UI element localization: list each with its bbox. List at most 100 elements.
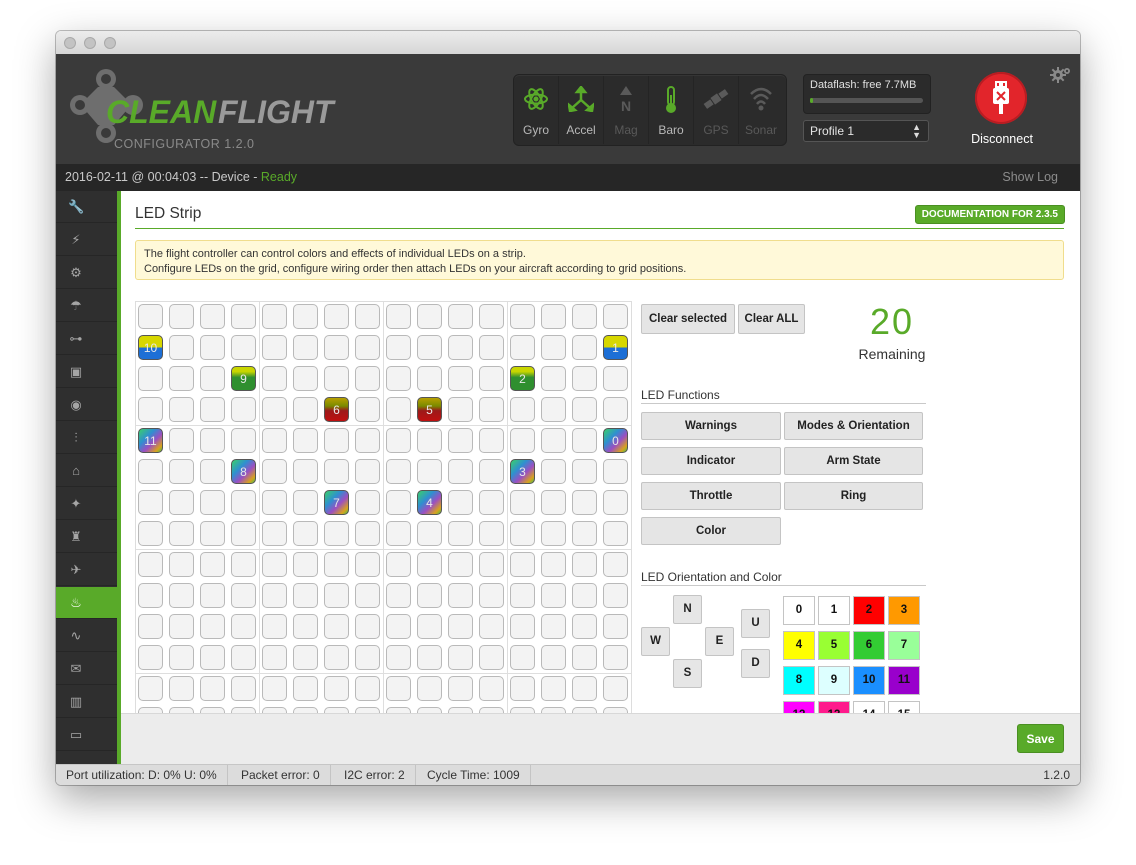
grid-cell[interactable] [448, 397, 473, 422]
grid-cell[interactable] [231, 614, 256, 639]
direction-south-button[interactable]: S [673, 659, 702, 688]
grid-cell[interactable] [262, 428, 287, 453]
grid-cell[interactable] [200, 614, 225, 639]
color-swatch-button[interactable]: 3 [888, 596, 920, 625]
grid-cell[interactable] [200, 304, 225, 329]
grid-cell[interactable] [479, 676, 504, 701]
grid-cell[interactable] [510, 397, 535, 422]
grid-cell[interactable] [262, 490, 287, 515]
grid-cell[interactable] [603, 645, 628, 670]
grid-cell[interactable] [262, 459, 287, 484]
sidebar-item-gear[interactable]: ⚙ [56, 257, 117, 289]
grid-cell[interactable] [448, 614, 473, 639]
direction-north-button[interactable]: N [673, 595, 702, 624]
grid-cell[interactable] [293, 645, 318, 670]
grid-cell[interactable] [324, 552, 349, 577]
grid-cell[interactable] [262, 676, 287, 701]
grid-cell[interactable] [324, 645, 349, 670]
documentation-button[interactable]: DOCUMENTATION FOR 2.3.5 [914, 205, 1065, 224]
grid-cell[interactable] [200, 490, 225, 515]
grid-cell[interactable] [448, 490, 473, 515]
sidebar-item-motor[interactable]: ♜ [56, 521, 117, 553]
grid-cell[interactable] [479, 304, 504, 329]
grid-cell[interactable] [417, 676, 442, 701]
grid-cell[interactable] [510, 335, 535, 360]
grid-cell[interactable] [448, 428, 473, 453]
grid-cell[interactable] [572, 676, 597, 701]
grid-cell[interactable] [169, 428, 194, 453]
grid-cell[interactable] [169, 521, 194, 546]
color-swatch-button[interactable]: 9 [818, 666, 850, 695]
grid-cell[interactable] [417, 645, 442, 670]
color-swatch-button[interactable]: 12 [783, 701, 815, 713]
grid-cell[interactable] [417, 521, 442, 546]
grid-cell[interactable] [448, 645, 473, 670]
grid-cell[interactable] [355, 397, 380, 422]
function-arm-state-button[interactable]: Arm State [784, 447, 923, 475]
grid-cell[interactable] [417, 304, 442, 329]
function-warnings-button[interactable]: Warnings [641, 412, 781, 440]
led-cell[interactable]: 3 [510, 459, 535, 484]
color-swatch-button[interactable]: 13 [818, 701, 850, 713]
grid-cell[interactable] [293, 583, 318, 608]
grid-cell[interactable] [169, 397, 194, 422]
grid-cell[interactable] [138, 645, 163, 670]
function-color-button[interactable]: Color [641, 517, 781, 545]
grid-cell[interactable] [262, 335, 287, 360]
grid-cell[interactable] [417, 552, 442, 577]
grid-cell[interactable] [510, 304, 535, 329]
sidebar-item-terminal[interactable]: ▭ [56, 719, 117, 751]
grid-cell[interactable] [386, 397, 411, 422]
direction-west-button[interactable]: W [641, 627, 670, 656]
grid-cell[interactable] [293, 366, 318, 391]
grid-cell[interactable] [200, 521, 225, 546]
grid-cell[interactable] [324, 521, 349, 546]
grid-cell[interactable] [200, 459, 225, 484]
grid-cell[interactable] [541, 459, 566, 484]
grid-cell[interactable] [603, 676, 628, 701]
grid-cell[interactable] [510, 490, 535, 515]
grid-cell[interactable] [293, 614, 318, 639]
grid-cell[interactable] [479, 366, 504, 391]
grid-cell[interactable] [262, 304, 287, 329]
grid-cell[interactable] [603, 614, 628, 639]
grid-cell[interactable] [541, 645, 566, 670]
grid-cell[interactable] [603, 583, 628, 608]
grid-cell[interactable] [448, 521, 473, 546]
grid-cell[interactable] [510, 614, 535, 639]
grid-cell[interactable] [138, 521, 163, 546]
grid-cell[interactable] [541, 583, 566, 608]
grid-cell[interactable] [324, 676, 349, 701]
grid-cell[interactable] [541, 490, 566, 515]
grid-cell[interactable] [169, 366, 194, 391]
grid-cell[interactable] [479, 459, 504, 484]
grid-cell[interactable] [169, 552, 194, 577]
grid-cell[interactable] [386, 614, 411, 639]
color-swatch-button[interactable]: 8 [783, 666, 815, 695]
grid-cell[interactable] [541, 335, 566, 360]
grid-cell[interactable] [138, 552, 163, 577]
grid-cell[interactable] [262, 645, 287, 670]
grid-cell[interactable] [541, 304, 566, 329]
grid-cell[interactable] [572, 552, 597, 577]
color-swatch-button[interactable]: 15 [888, 701, 920, 713]
grid-cell[interactable] [355, 366, 380, 391]
clear-all-button[interactable]: Clear ALL [738, 304, 805, 334]
grid-cell[interactable] [293, 335, 318, 360]
grid-cell[interactable] [324, 304, 349, 329]
grid-cell[interactable] [448, 676, 473, 701]
grid-cell[interactable] [572, 459, 597, 484]
sidebar-item-receiver[interactable]: ▣ [56, 356, 117, 388]
grid-cell[interactable] [262, 366, 287, 391]
grid-cell[interactable] [386, 645, 411, 670]
grid-cell[interactable] [169, 335, 194, 360]
grid-cell[interactable] [355, 335, 380, 360]
color-swatch-button[interactable]: 7 [888, 631, 920, 660]
grid-cell[interactable] [200, 552, 225, 577]
grid-cell[interactable] [479, 521, 504, 546]
grid-cell[interactable] [169, 490, 194, 515]
grid-cell[interactable] [603, 521, 628, 546]
color-swatch-button[interactable]: 14 [853, 701, 885, 713]
grid-cell[interactable] [262, 614, 287, 639]
function-ring-button[interactable]: Ring [784, 482, 923, 510]
